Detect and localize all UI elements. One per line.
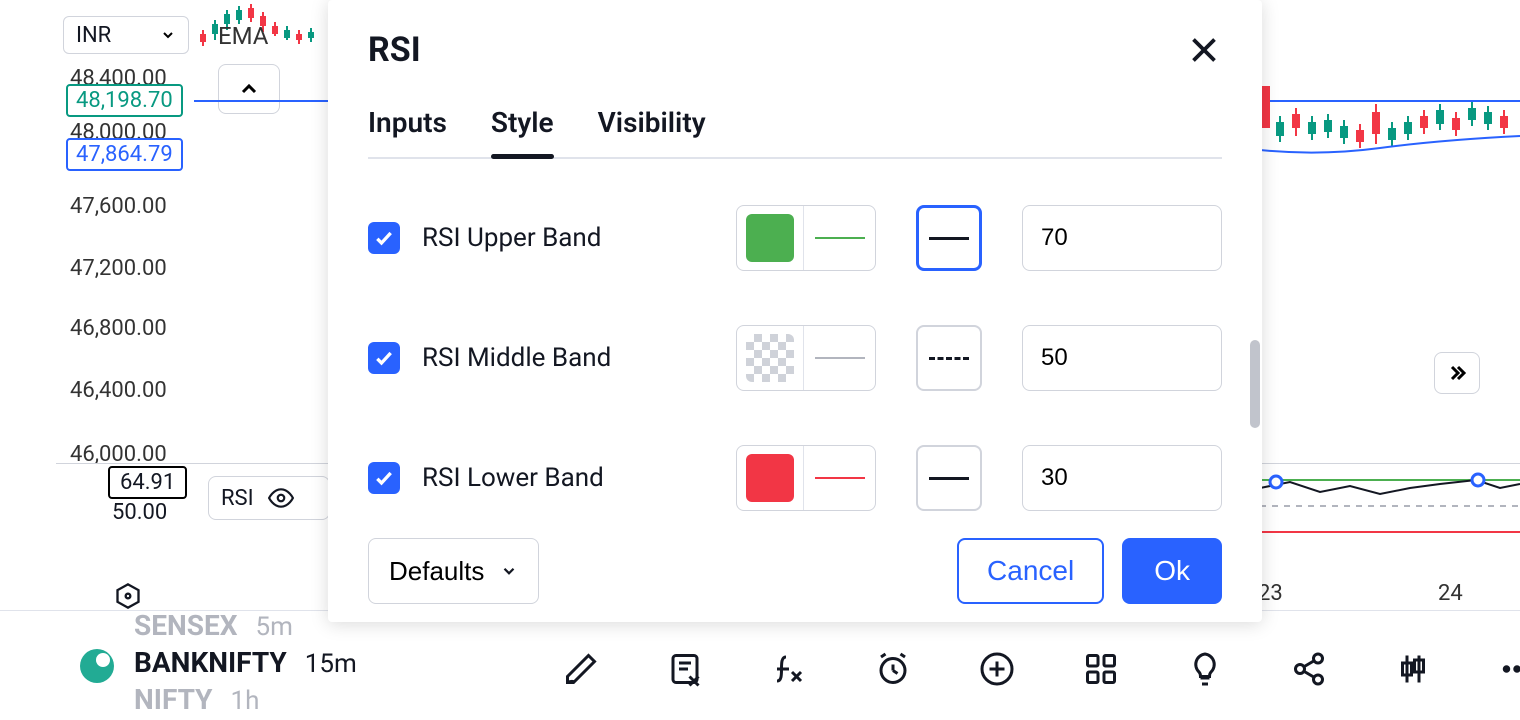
collapse-button[interactable] xyxy=(218,64,280,114)
row-label: RSI Middle Band xyxy=(422,343,714,373)
eye-icon xyxy=(268,485,294,511)
watchlist-row[interactable]: SENSEX 5m xyxy=(134,609,357,642)
settings-hex-icon[interactable] xyxy=(114,582,142,610)
line-sample xyxy=(803,446,875,510)
watchlist-timeframe: 15m xyxy=(305,649,357,679)
dialog-tabs: Inputs Style Visibility xyxy=(368,106,1222,159)
checkbox-upper[interactable] xyxy=(368,222,400,254)
expand-button[interactable] xyxy=(1434,352,1480,394)
chevron-down-icon xyxy=(160,27,176,43)
tab-visibility[interactable]: Visibility xyxy=(598,106,706,157)
y-tick: 46,800.00 xyxy=(70,316,167,341)
bottom-toolbar xyxy=(560,648,1520,690)
watchlist-symbol: NIFTY xyxy=(134,683,213,716)
watchlist-timeframe: 1h xyxy=(231,686,260,716)
y-tick: 47,600.00 xyxy=(70,194,167,219)
plus-circle-icon xyxy=(979,651,1015,687)
more-horizontal-icon xyxy=(1499,651,1520,687)
thickness-picker-upper[interactable] xyxy=(916,205,982,271)
draw-tool-button[interactable] xyxy=(560,648,602,690)
candlestick-icon xyxy=(1395,651,1431,687)
rsi-mini-chart xyxy=(1260,470,1520,540)
style-rows: RSI Upper Band RSI Middle Band RSI Lower… xyxy=(368,179,1222,528)
color-line-picker-upper[interactable] xyxy=(736,205,876,271)
share-icon xyxy=(1291,651,1327,687)
checkbox-lower[interactable] xyxy=(368,462,400,494)
price-badge-ema: 47,864.79 xyxy=(66,138,183,171)
defaults-label: Defaults xyxy=(389,556,484,587)
watchlist-symbol: BANKNIFTY xyxy=(134,646,287,679)
chevron-up-icon xyxy=(237,77,261,101)
rsi-indicator-chip[interactable]: RSI xyxy=(208,476,330,520)
row-label: RSI Lower Band xyxy=(422,463,714,493)
thickness-picker-middle[interactable] xyxy=(916,325,982,391)
note-remove-icon xyxy=(667,651,703,687)
rsi-chip-label: RSI xyxy=(221,486,254,511)
line-sample xyxy=(803,326,875,390)
thickness-picker-lower[interactable] xyxy=(916,445,982,511)
cancel-button[interactable]: Cancel xyxy=(957,538,1104,604)
line-sample xyxy=(803,206,875,270)
row-rsi-middle-band: RSI Middle Band xyxy=(368,325,1222,391)
color-line-picker-middle[interactable] xyxy=(736,325,876,391)
tab-inputs[interactable]: Inputs xyxy=(368,106,447,157)
watchlist-symbol: SENSEX xyxy=(134,609,238,642)
color-swatch-red xyxy=(746,454,794,502)
dialog-title: RSI xyxy=(368,30,421,70)
rsi-value-badge: 64.91 xyxy=(108,466,187,499)
grid-icon xyxy=(1083,651,1119,687)
value-input-middle[interactable] xyxy=(1022,325,1222,391)
chevron-down-icon xyxy=(500,562,518,580)
watchlist: SENSEX 5m BANKNIFTY 15m NIFTY 1h xyxy=(134,645,357,686)
row-rsi-lower-band: RSI Lower Band xyxy=(368,445,1222,511)
color-line-picker-lower[interactable] xyxy=(736,445,876,511)
add-tool-button[interactable] xyxy=(976,648,1018,690)
fx-tool-button[interactable] xyxy=(768,648,810,690)
ok-button[interactable]: Ok xyxy=(1122,538,1222,604)
close-icon[interactable] xyxy=(1186,32,1222,68)
function-x-icon xyxy=(771,651,807,687)
more-tool-button[interactable] xyxy=(1496,648,1520,690)
y-tick: 47,200.00 xyxy=(70,256,167,281)
alarm-tool-button[interactable] xyxy=(872,648,914,690)
currency-select[interactable]: INR xyxy=(63,16,189,54)
bottom-bar: SENSEX 5m BANKNIFTY 15m NIFTY 1h xyxy=(0,610,1520,720)
row-label: RSI Upper Band xyxy=(422,223,714,253)
watchlist-status-icon xyxy=(80,649,114,683)
y-tick: 46,400.00 xyxy=(70,378,167,403)
rsi-fifty-label: 50.00 xyxy=(112,500,167,525)
value-input-upper[interactable] xyxy=(1022,205,1222,271)
dialog-footer: Defaults Cancel Ok xyxy=(368,538,1222,604)
chevron-double-right-icon xyxy=(1445,361,1469,385)
lightbulb-icon xyxy=(1187,651,1223,687)
checkbox-middle[interactable] xyxy=(368,342,400,374)
color-swatch-green xyxy=(746,214,794,262)
x-date: 24 xyxy=(1438,581,1463,606)
watchlist-timeframe: 5m xyxy=(256,612,293,642)
price-badge-current: 48,198.70 xyxy=(66,84,183,117)
candle-tool-button[interactable] xyxy=(1392,648,1434,690)
color-swatch-transparent xyxy=(746,334,794,382)
value-input-lower[interactable] xyxy=(1022,445,1222,511)
watchlist-row[interactable]: BANKNIFTY 15m xyxy=(134,646,357,679)
layout-tool-button[interactable] xyxy=(1080,648,1122,690)
pencil-icon xyxy=(563,651,599,687)
idea-tool-button[interactable] xyxy=(1184,648,1226,690)
row-rsi-upper-band: RSI Upper Band xyxy=(368,205,1222,271)
dialog-scrollbar[interactable] xyxy=(1250,340,1260,428)
defaults-button[interactable]: Defaults xyxy=(368,538,539,604)
tab-style[interactable]: Style xyxy=(491,106,554,157)
share-tool-button[interactable] xyxy=(1288,648,1330,690)
watchlist-row[interactable]: NIFTY 1h xyxy=(134,683,357,716)
note-tool-button[interactable] xyxy=(664,648,706,690)
right-candlesticks xyxy=(1260,86,1520,166)
rsi-settings-dialog: RSI Inputs Style Visibility RSI Upper Ba… xyxy=(328,0,1262,622)
alarm-icon xyxy=(875,651,911,687)
currency-value: INR xyxy=(76,23,111,48)
ema-label: EMA xyxy=(218,22,268,50)
